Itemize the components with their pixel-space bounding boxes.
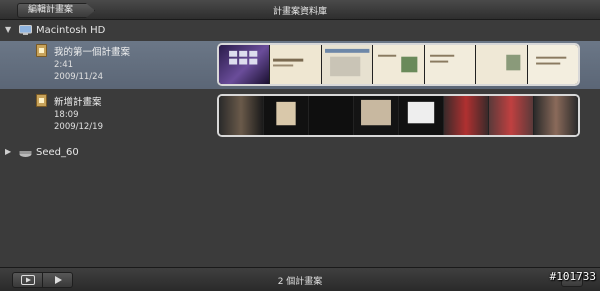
project-icon xyxy=(36,44,47,57)
disk-name: Macintosh HD xyxy=(36,25,106,36)
project-name: 新增計畫案 xyxy=(54,97,102,108)
project-count: 2 個計畫案 xyxy=(277,277,323,287)
clip-thumbnail xyxy=(219,96,264,135)
project-filmstrip[interactable] xyxy=(217,43,580,86)
title-bar: 編輯計畫案 計畫案資料庫 xyxy=(0,0,600,20)
project-filmstrip[interactable] xyxy=(217,94,580,137)
project-duration: 2:41 xyxy=(54,60,74,70)
clip-thumbnail xyxy=(489,96,534,135)
project-duration: 18:09 xyxy=(54,110,79,120)
window-title: 計畫案資料庫 xyxy=(272,7,327,17)
project-name: 我的第一個計畫案 xyxy=(54,47,131,58)
clip-thumbnail xyxy=(264,96,309,135)
clip-thumbnail xyxy=(424,45,477,84)
project-date: 2009/12/19 xyxy=(54,122,103,132)
clip-thumbnail xyxy=(354,96,399,135)
disclosure-triangle-expanded-icon[interactable]: ▼ xyxy=(5,25,11,34)
bottom-toolbar: 2 個計畫案 xyxy=(0,267,600,291)
project-row-1[interactable]: 我的第一個計畫案 2:41 2009/11/24 xyxy=(0,41,600,89)
clip-thumbnail xyxy=(399,96,444,135)
clip-thumbnail xyxy=(321,45,374,84)
disclosure-triangle-collapsed-icon[interactable]: ▶ xyxy=(5,147,11,156)
clip-thumbnail xyxy=(373,45,425,84)
project-icon xyxy=(36,94,47,107)
clip-thumbnail xyxy=(444,96,489,135)
clip-thumbnail xyxy=(476,45,528,84)
clip-thumbnail xyxy=(527,45,578,84)
disk-row-macintosh-hd[interactable]: ▼ Macintosh HD xyxy=(0,22,600,40)
clip-thumbnail xyxy=(309,96,354,135)
computer-icon xyxy=(19,25,32,39)
project-row-2[interactable]: 新增計畫案 18:09 2009/12/19 xyxy=(0,91,600,139)
project-date: 2009/11/24 xyxy=(54,72,103,82)
project-library-list: ▼ Macintosh HD 我的第一個計畫案 2:41 2009/11/24 xyxy=(0,20,600,267)
clip-thumbnail xyxy=(219,45,271,84)
clip-thumbnail xyxy=(534,96,578,135)
disk-icon xyxy=(19,147,32,161)
disk-row-seed-60[interactable]: ▶ Seed_60 xyxy=(0,144,600,162)
watermark: #101733 xyxy=(549,270,596,283)
disk-name: Seed_60 xyxy=(36,147,79,158)
clip-thumbnail xyxy=(270,45,322,84)
